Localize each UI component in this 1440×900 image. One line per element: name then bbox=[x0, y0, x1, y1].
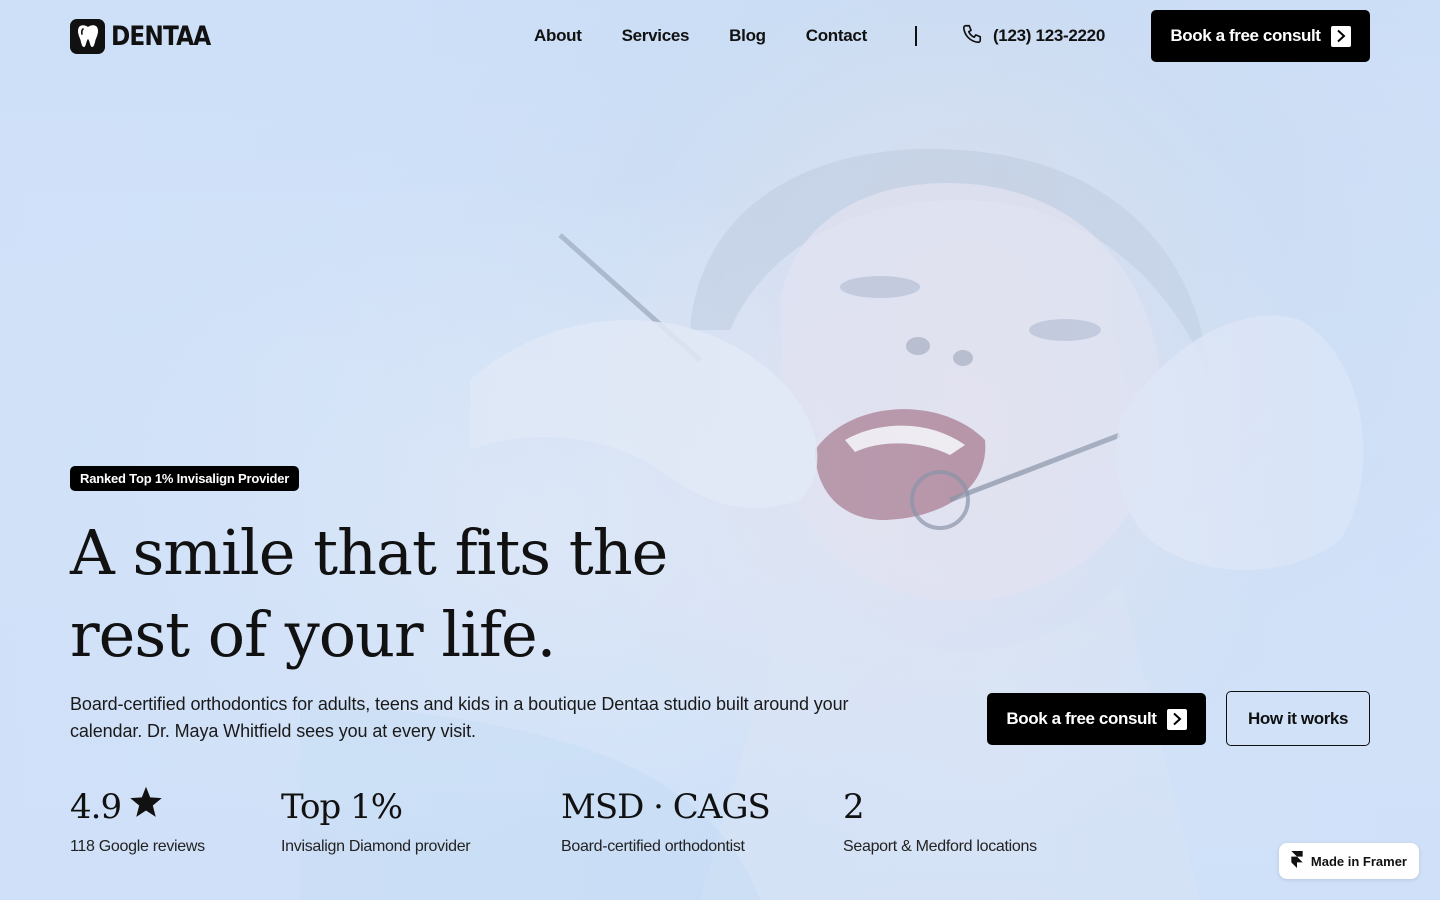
logo[interactable]: DENTAA bbox=[70, 18, 227, 54]
framer-icon bbox=[1291, 851, 1303, 871]
stat-value: Top 1% bbox=[281, 787, 403, 827]
phone-icon bbox=[961, 23, 983, 50]
stat-locations: 2 Seaport & Medford locations bbox=[843, 786, 1037, 856]
nav-link-contact[interactable]: Contact bbox=[806, 26, 867, 46]
hero-headline: A smile that fits the rest of your life. bbox=[70, 512, 710, 676]
chevron-right-icon bbox=[1166, 708, 1187, 730]
stat-label: Board-certified orthodontist bbox=[561, 838, 745, 855]
header-book-consult-button[interactable]: Book a free consult bbox=[1151, 10, 1370, 62]
hero-cta-group: Book a free consult How it works bbox=[987, 691, 1370, 746]
brand-name: DENTAA bbox=[111, 20, 211, 52]
nav-link-services[interactable]: Services bbox=[622, 26, 690, 46]
tooth-icon bbox=[70, 18, 105, 54]
rating-value: 4.9 bbox=[70, 787, 122, 827]
ranking-badge: Ranked Top 1% Invisalign Provider bbox=[70, 466, 300, 491]
how-it-works-button[interactable]: How it works bbox=[1226, 691, 1370, 746]
book-consult-button[interactable]: Book a free consult bbox=[987, 693, 1206, 745]
stat-label: Seaport & Medford locations bbox=[843, 838, 1037, 855]
nav-divider bbox=[914, 26, 917, 46]
stat-value: 2 bbox=[843, 787, 865, 827]
main-nav: About Services Blog Contact (123) 123-22… bbox=[534, 23, 1105, 50]
stat-rating: 4.9 118 Google reviews bbox=[70, 786, 205, 856]
stat-provider-rank: Top 1% Invisalign Diamond provider bbox=[281, 786, 471, 856]
header-book-consult-label: Book a free consult bbox=[1170, 26, 1321, 45]
star-icon bbox=[129, 786, 163, 828]
nav-link-about[interactable]: About bbox=[534, 26, 582, 46]
stat-credentials: MSD · CAGS Board-certified orthodontist bbox=[561, 786, 771, 856]
nav-link-blog[interactable]: Blog bbox=[729, 26, 766, 46]
hero-background-image bbox=[0, 0, 1440, 900]
site-header: DENTAA About Services Blog Contact (123)… bbox=[0, 0, 1440, 72]
stat-value: 4.9 bbox=[70, 786, 205, 828]
stat-value: MSD · CAGS bbox=[561, 787, 771, 827]
stat-label: Invisalign Diamond provider bbox=[281, 838, 471, 855]
stat-label: 118 Google reviews bbox=[70, 838, 205, 855]
book-consult-label: Book a free consult bbox=[1006, 709, 1157, 728]
framer-badge-label: Made in Framer bbox=[1310, 853, 1407, 869]
phone-number: (123) 123-2220 bbox=[992, 26, 1105, 45]
hero-headline-line-1: A smile that fits the bbox=[70, 516, 668, 589]
hero-headline-line-2: rest of your life. bbox=[70, 598, 556, 671]
phone-link[interactable]: (123) 123-2220 bbox=[961, 23, 1105, 50]
hero-subtext: Board-certified orthodontics for adults,… bbox=[70, 694, 849, 741]
made-in-framer-badge[interactable]: Made in Framer bbox=[1278, 843, 1419, 879]
chevron-right-icon bbox=[1330, 25, 1351, 47]
